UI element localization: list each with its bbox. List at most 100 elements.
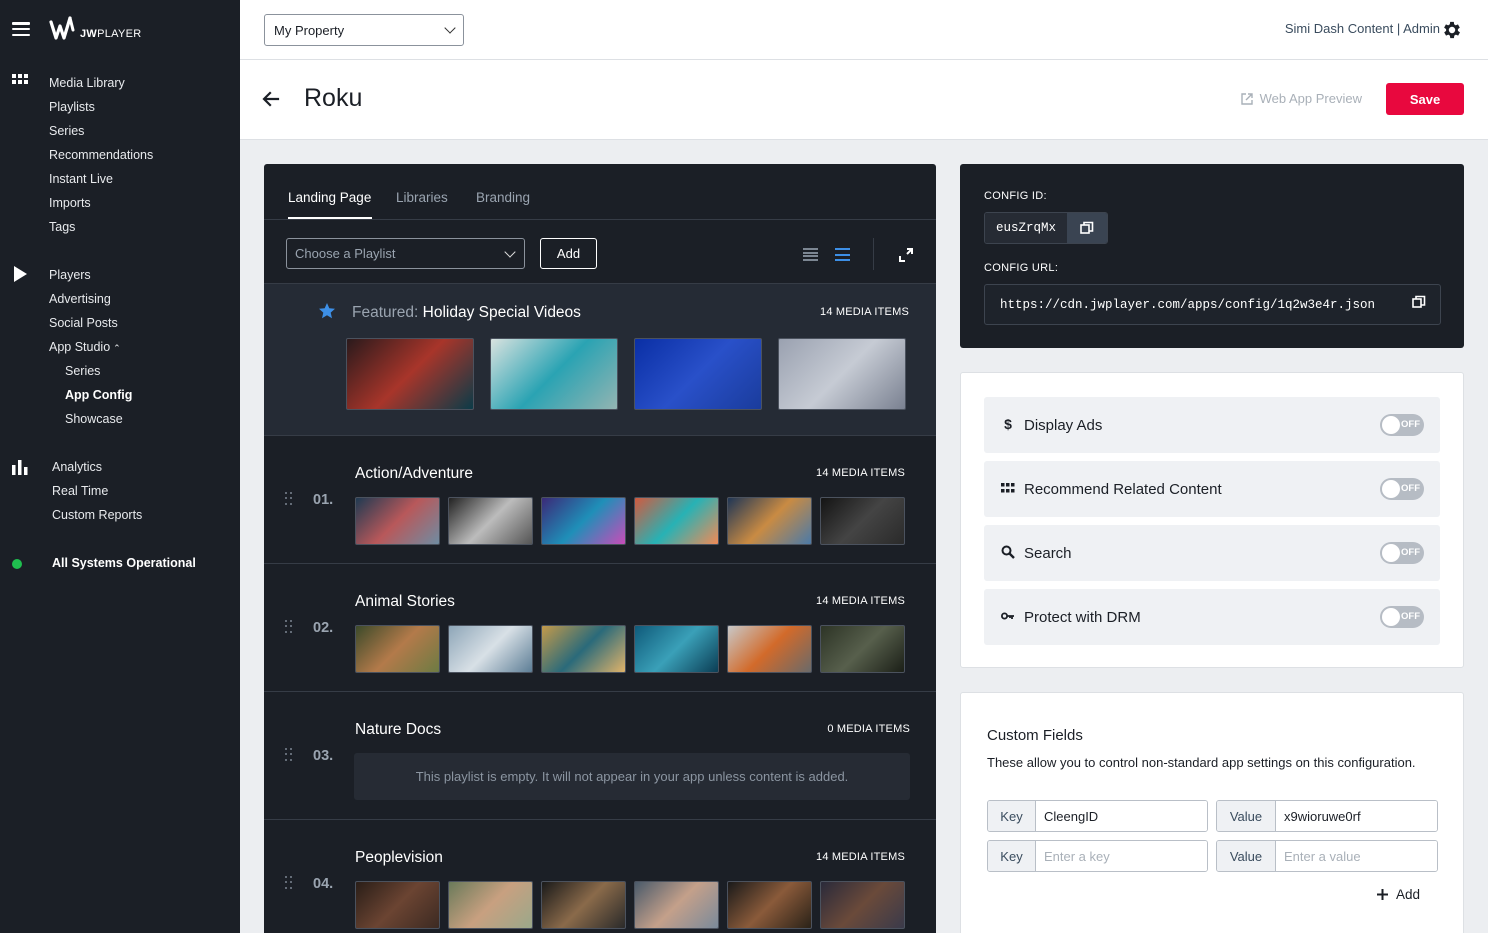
media-thumbnail[interactable]	[448, 497, 533, 545]
choose-playlist-select[interactable]: Choose a Playlist	[286, 238, 525, 269]
web-app-preview-label: Web App Preview	[1259, 91, 1362, 106]
media-thumbnail[interactable]	[634, 625, 719, 673]
featured-thumbnail[interactable]	[778, 338, 906, 410]
system-status[interactable]: All Systems Operational	[52, 556, 196, 570]
hamburger-menu-icon[interactable]	[12, 22, 30, 36]
nav-real-time[interactable]: Real Time	[52, 484, 108, 498]
nav-analytics[interactable]: Analytics	[52, 460, 102, 474]
search-toggle[interactable]: OFF	[1380, 542, 1424, 564]
back-arrow-icon[interactable]	[262, 90, 280, 108]
property-select[interactable]: My Property	[264, 14, 464, 46]
media-thumbnail[interactable]	[448, 625, 533, 673]
drag-handle-icon[interactable]	[285, 876, 293, 890]
tab-landing-page[interactable]: Landing Page	[288, 190, 371, 205]
media-thumbnail[interactable]	[634, 497, 719, 545]
drag-handle-icon[interactable]	[285, 620, 293, 634]
copy-url-icon[interactable]	[1412, 295, 1426, 309]
custom-field-key-2: Key	[987, 840, 1208, 872]
nav-instant-live[interactable]: Instant Live	[49, 172, 113, 186]
row-number: 01.	[313, 492, 334, 508]
nav-tags[interactable]: Tags	[49, 220, 75, 234]
drm-toggle[interactable]: OFF	[1380, 606, 1424, 628]
web-app-preview-link[interactable]: Web App Preview	[1240, 91, 1362, 106]
nav-series[interactable]: Series	[49, 124, 84, 138]
add-playlist-button[interactable]: Add	[540, 238, 597, 269]
nav-media-library[interactable]: Media Library	[49, 76, 125, 90]
row-title: Animal Stories	[355, 593, 455, 610]
media-thumbnail[interactable]	[541, 625, 626, 673]
media-thumbnail[interactable]	[727, 881, 812, 929]
featured-thumbnail[interactable]	[346, 338, 474, 410]
jwplayer-logo[interactable]: JWPLAYER	[48, 14, 142, 44]
media-thumbnail[interactable]	[355, 625, 440, 673]
media-thumbnail[interactable]	[355, 497, 440, 545]
landing-page-editor: Landing Page Libraries Branding Choose a…	[264, 164, 936, 933]
media-thumbnail[interactable]	[727, 497, 812, 545]
list-view-expanded-icon[interactable]	[835, 248, 850, 261]
media-thumbnail[interactable]	[820, 625, 905, 673]
display-ads-toggle[interactable]: OFF	[1380, 414, 1424, 436]
nav-playlists[interactable]: Playlists	[49, 100, 95, 114]
nav-app-studio-series[interactable]: Series	[65, 364, 100, 378]
media-grid-icon[interactable]	[11, 72, 29, 90]
config-id-value[interactable]: eusZrqMx	[985, 213, 1068, 243]
nav-imports[interactable]: Imports	[49, 196, 91, 210]
media-thumbnail[interactable]	[355, 881, 440, 929]
media-thumbnail[interactable]	[448, 881, 533, 929]
config-url-value: https://cdn.jwplayer.com/apps/config/1q2…	[1000, 297, 1376, 312]
gear-icon[interactable]	[1441, 19, 1463, 41]
media-thumbnail[interactable]	[541, 497, 626, 545]
recommend-related-toggle[interactable]: OFF	[1380, 478, 1424, 500]
featured-thumbnail[interactable]	[490, 338, 618, 410]
nav-showcase[interactable]: Showcase	[65, 412, 123, 426]
nav-custom-reports[interactable]: Custom Reports	[52, 508, 142, 522]
nav-app-config[interactable]: App Config	[65, 388, 132, 402]
drag-handle-icon[interactable]	[285, 748, 293, 762]
copy-config-id-button[interactable]	[1067, 213, 1108, 243]
feature-recommend-related: Recommend Related Content OFF	[984, 461, 1440, 517]
nav-recommendations[interactable]: Recommendations	[49, 148, 153, 162]
feature-label: Recommend Related Content	[1024, 481, 1222, 498]
playlist-shelf-row[interactable]: 03. Nature Docs 0 MEDIA ITEMS This playlist…	[264, 692, 936, 820]
expand-icon[interactable]	[898, 247, 914, 263]
copy-icon	[1080, 221, 1094, 234]
add-custom-field-button[interactable]: Add	[1377, 887, 1420, 902]
media-thumbnail[interactable]	[820, 881, 905, 929]
nav-social-posts[interactable]: Social Posts	[49, 316, 118, 330]
drag-handle-icon[interactable]	[285, 492, 293, 506]
feature-search: Search OFF	[984, 525, 1440, 581]
playlist-shelf-row[interactable]: 01. Action/Adventure 14 MEDIA ITEMS	[264, 436, 936, 564]
key-input[interactable]	[1036, 801, 1207, 831]
top-header: My Property Simi Dash Content | Admin	[240, 0, 1488, 60]
media-thumbnail[interactable]	[541, 881, 626, 929]
feature-label: Search	[1024, 545, 1072, 562]
custom-fields-title: Custom Fields	[987, 727, 1083, 744]
nav-advertising[interactable]: Advertising	[49, 292, 111, 306]
featured-shelf[interactable]: Featured: Holiday Special Videos 14 MEDI…	[264, 284, 936, 436]
jwplayer-logo-icon	[49, 16, 75, 40]
media-thumbnail[interactable]	[820, 497, 905, 545]
user-account-label[interactable]: Simi Dash Content | Admin	[1285, 21, 1440, 36]
media-thumbnail[interactable]	[727, 625, 812, 673]
tab-libraries[interactable]: Libraries	[396, 190, 448, 205]
key-input[interactable]	[1036, 841, 1207, 871]
playlist-shelf-row[interactable]: 04. Peoplevision 14 MEDIA ITEMS	[264, 820, 936, 933]
list-view-compact-icon[interactable]	[803, 248, 818, 261]
value-input[interactable]	[1276, 841, 1437, 871]
nav-players[interactable]: Players	[49, 268, 91, 282]
value-input[interactable]	[1276, 801, 1437, 831]
status-dot-icon	[12, 559, 22, 569]
save-button[interactable]: Save	[1386, 83, 1464, 115]
nav-app-studio[interactable]: App Studio ⌃	[49, 340, 121, 354]
analytics-bars-icon[interactable]	[11, 458, 29, 476]
config-url-field[interactable]: https://cdn.jwplayer.com/apps/config/1q2…	[984, 284, 1441, 325]
chevron-down-icon	[444, 22, 456, 34]
row-number: 04.	[313, 876, 334, 892]
play-icon[interactable]	[11, 265, 29, 283]
playlist-shelf-row[interactable]: 02. Animal Stories 14 MEDIA ITEMS	[264, 564, 936, 692]
featured-thumbnail[interactable]	[634, 338, 762, 410]
feature-label: Protect with DRM	[1024, 609, 1141, 626]
add-custom-field-label: Add	[1396, 887, 1421, 902]
tab-branding[interactable]: Branding	[476, 190, 530, 205]
media-thumbnail[interactable]	[634, 881, 719, 929]
